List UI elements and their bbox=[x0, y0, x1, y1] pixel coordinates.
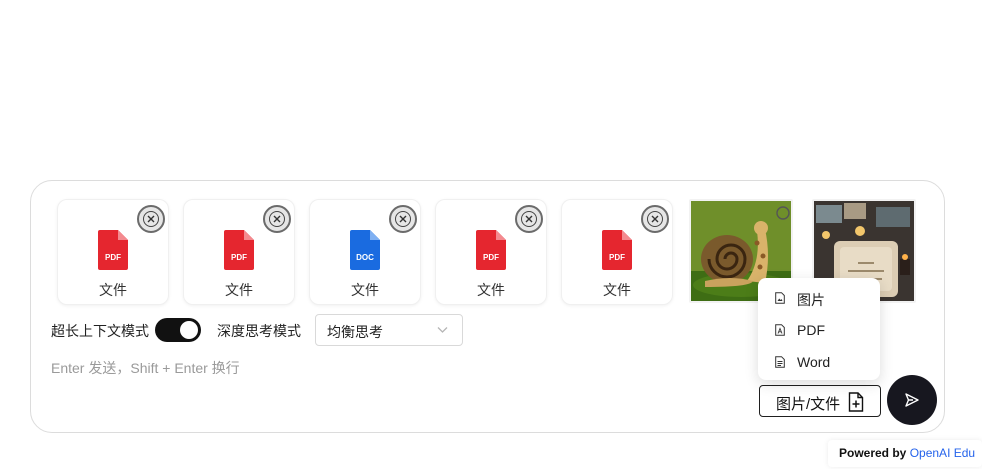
composer-controls: 超长上下文模式 深度思考模式 均衡思考 bbox=[51, 314, 651, 346]
attachment-card: PDF 文件 bbox=[57, 199, 169, 305]
pdf-file-icon: PDF bbox=[602, 230, 632, 270]
long-context-toggle[interactable] bbox=[155, 318, 201, 342]
file-type-text: PDF bbox=[231, 253, 247, 262]
message-input[interactable]: Enter 发送，Shift + Enter 换行 bbox=[51, 358, 240, 378]
attachment-label: 文件 bbox=[351, 282, 379, 298]
file-add-icon bbox=[848, 392, 864, 412]
menu-item-image[interactable]: 图片 bbox=[758, 282, 880, 314]
thinking-mode-select[interactable]: 均衡思考 bbox=[315, 314, 463, 346]
menu-item-pdf[interactable]: PDF bbox=[758, 314, 880, 346]
file-type-text: PDF bbox=[483, 253, 499, 262]
pdf-file-icon: PDF bbox=[224, 230, 254, 270]
attachment-card: PDF 文件 bbox=[561, 199, 673, 305]
attachment-card: DOC 文件 bbox=[309, 199, 421, 305]
menu-item-word[interactable]: Word bbox=[758, 346, 880, 378]
pdf-file-icon: PDF bbox=[476, 230, 506, 270]
attachment-label: 文件 bbox=[99, 282, 127, 298]
deep-thinking-label: 深度思考模式 bbox=[217, 323, 301, 339]
menu-item-label: PDF bbox=[797, 322, 825, 338]
file-type-text: DOC bbox=[356, 253, 374, 262]
send-button[interactable] bbox=[887, 375, 937, 425]
upload-file-button[interactable]: 图片/文件 bbox=[759, 385, 881, 417]
remove-attachment-button[interactable] bbox=[641, 205, 669, 233]
remove-attachment-button[interactable] bbox=[137, 205, 165, 233]
remove-attachment-button[interactable] bbox=[389, 205, 417, 233]
powered-by-badge[interactable]: Powered by OpenAI Edu bbox=[828, 440, 982, 467]
chevron-down-icon bbox=[437, 327, 448, 333]
image-file-icon bbox=[775, 292, 785, 304]
attachment-card: PDF 文件 bbox=[183, 199, 295, 305]
word-file-icon bbox=[775, 356, 785, 368]
close-icon bbox=[269, 211, 285, 227]
close-icon bbox=[521, 211, 537, 227]
menu-item-label: Word bbox=[797, 354, 831, 370]
upload-button-label: 图片/文件 bbox=[776, 396, 841, 413]
pdf-file-icon bbox=[775, 324, 785, 336]
file-type-text: PDF bbox=[105, 253, 121, 262]
brand-link[interactable]: OpenAI Edu bbox=[910, 446, 975, 460]
long-context-label: 超长上下文模式 bbox=[51, 323, 149, 339]
close-icon bbox=[395, 211, 411, 227]
file-type-text: PDF bbox=[609, 253, 625, 262]
attachment-label: 文件 bbox=[477, 282, 505, 298]
remove-attachment-button[interactable] bbox=[263, 205, 291, 233]
close-icon bbox=[647, 211, 663, 227]
attachment-label: 文件 bbox=[225, 282, 253, 298]
toggle-knob bbox=[180, 321, 198, 339]
menu-item-label: 图片 bbox=[797, 292, 825, 308]
upload-type-menu: 图片 PDF Word bbox=[758, 278, 880, 380]
attachment-label: 文件 bbox=[603, 282, 631, 298]
pdf-file-icon: PDF bbox=[98, 230, 128, 270]
doc-file-icon: DOC bbox=[350, 230, 380, 270]
remove-attachment-button[interactable] bbox=[515, 205, 543, 233]
attachment-card: PDF 文件 bbox=[435, 199, 547, 305]
powered-by-text: Powered by bbox=[839, 446, 907, 460]
thinking-mode-value: 均衡思考 bbox=[327, 324, 383, 340]
send-icon bbox=[905, 393, 919, 407]
close-icon bbox=[143, 211, 159, 227]
